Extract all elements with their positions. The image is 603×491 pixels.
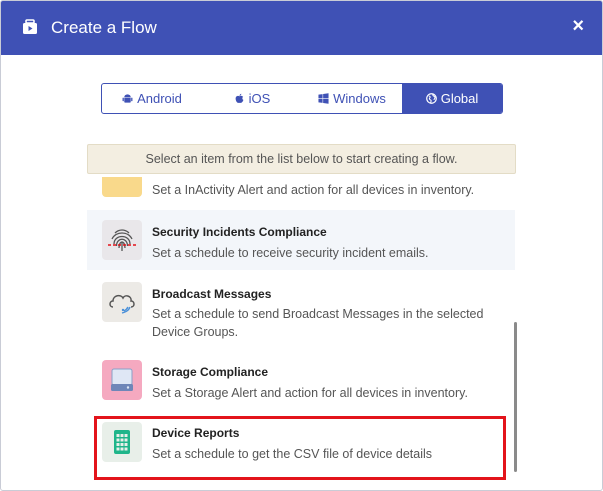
tab-label: Android [137,91,182,106]
instruction-banner: Select an item from the list below to st… [87,144,516,174]
list-item-security-incidents[interactable]: Security Incidents Compliance Set a sche… [87,210,515,270]
fingerprint-icon [102,220,142,260]
create-flow-dialog: Create a Flow × Android iOS Windows Glob… [0,0,603,491]
item-title: Security Incidents Compliance [152,225,327,239]
list-item[interactable]: Set a InActivity Alert and action for al… [87,177,515,197]
tab-label: Global [440,91,479,106]
globe-icon [425,93,437,104]
list-item-device-reports[interactable]: Device Reports Set a schedule to get the… [87,418,515,468]
inactivity-icon [102,177,142,197]
tab-windows[interactable]: Windows [302,84,402,113]
apple-icon [235,93,244,103]
list-item-storage-compliance[interactable]: Storage Compliance Set a Storage Alert a… [87,360,515,410]
item-description: Set a InActivity Alert and action for al… [152,183,475,197]
list-scrollbar[interactable] [514,322,517,472]
flow-icon [23,19,37,34]
windows-icon [318,93,329,104]
dialog-header: Create a Flow × [1,1,602,55]
dialog-title: Create a Flow [51,18,157,37]
item-title: Device Reports [152,426,240,440]
list-item-broadcast-messages[interactable]: Broadcast Messages Set a schedule to sen… [87,278,515,348]
cloud-broadcast-icon [102,282,142,322]
item-description: Set a schedule to send Broadcast Message… [152,307,484,339]
tab-label: Windows [333,91,386,106]
platform-tabs: Android iOS Windows Global [101,83,503,114]
tab-ios[interactable]: iOS [202,84,302,113]
storage-drive-icon [102,360,142,400]
item-description: Set a Storage Alert and action for all d… [152,386,468,400]
tab-android[interactable]: Android [102,84,202,113]
flow-list: Set a InActivity Alert and action for al… [87,177,519,477]
spreadsheet-icon [102,422,142,462]
item-title: Storage Compliance [152,365,269,379]
tab-label: iOS [248,91,271,106]
item-description: Set a schedule to get the CSV file of de… [152,447,433,461]
item-description: Set a schedule to receive security incid… [152,246,429,260]
tab-global[interactable]: Global [402,84,502,113]
android-icon [122,94,133,103]
item-title: Broadcast Messages [152,287,272,301]
close-icon[interactable]: × [572,15,584,37]
